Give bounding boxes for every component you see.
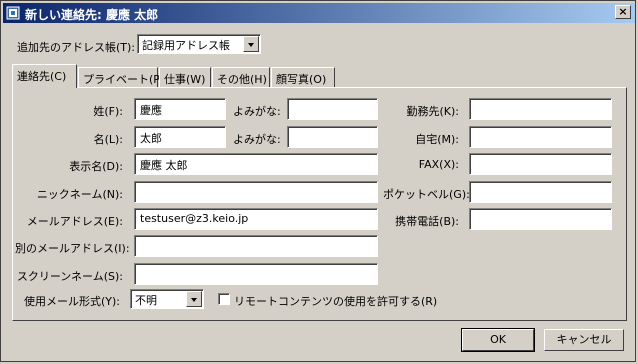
alt-email-label: 別のメールアドレス(I): [15,242,130,255]
last-name-reading-field[interactable] [287,98,378,120]
tab-panel [12,87,627,321]
window-title: 新しい連絡先: 慶應 太郎 [25,8,159,22]
dialog-window: 新しい連絡先: 慶應 太郎 × 追加先のアドレス帳(T): 記録用アドレス帳 連… [0,0,636,362]
close-button[interactable]: × [615,5,631,19]
title-bar[interactable]: 新しい連絡先: 慶應 太郎 × [3,3,635,23]
nickname-field[interactable] [134,181,378,203]
home-phone-field[interactable] [469,126,612,148]
display-name-field[interactable]: 慶應 太郎 [134,153,378,175]
screen-name-field[interactable] [134,263,378,285]
tab-private-label: プライベート(P) [83,73,165,86]
chevron-down-icon[interactable] [243,36,259,52]
tab-private[interactable]: プライベート(P) [78,67,164,87]
ok-button[interactable]: OK [461,328,535,352]
tab-other[interactable]: その他(H) [212,67,270,87]
email-field[interactable]: testuser@z3.keio.jp [134,208,378,230]
mail-format-label: 使用メール形式(Y): [24,295,121,308]
home-phone-label: 自宅(M): [415,133,459,146]
screen-name-label: スクリーンネーム(S): [16,270,123,283]
tab-photo[interactable]: 顔写真(O) [271,67,335,87]
reading-label-2: よみがな: [233,133,281,146]
cancel-button[interactable]: キャンセル [544,329,624,351]
first-name-reading-field[interactable] [287,126,378,148]
first-name-field[interactable]: 太郎 [134,126,226,148]
fax-field[interactable] [469,153,612,175]
mail-format-select[interactable]: 不明 [130,289,204,309]
email-label: メールアドレス(E): [26,215,123,228]
remote-content-label[interactable]: リモートコンテンツの使用を許可する(R) [234,293,437,309]
tab-photo-label: 顔写真(O) [276,73,327,86]
reading-label-1: よみがな: [233,105,281,118]
close-icon: × [618,5,628,18]
address-book-icon [6,6,20,20]
mail-format-value: 不明 [135,294,157,307]
display-name-label: 表示名(D): [69,160,123,173]
addressbook-label: 追加先のアドレス帳(T): [17,41,136,54]
tab-other-label: その他(H) [217,73,267,86]
alt-email-field[interactable] [134,235,378,257]
work-phone-field[interactable] [469,98,612,120]
work-phone-label: 勤務先(K): [406,105,459,118]
tab-contact-label: 連絡先(C) [17,70,67,83]
addressbook-value: 記録用アドレス帳 [142,39,230,52]
pager-field[interactable] [469,181,612,203]
pager-label: ポケットベル(G): [383,188,470,201]
tab-work[interactable]: 仕事(W) [159,67,211,87]
remote-content-checkbox[interactable] [218,293,230,305]
mobile-label: 携帯電話(B): [395,215,459,228]
tab-contact[interactable]: 連絡先(C) [12,64,77,88]
chevron-down-icon[interactable] [186,291,202,307]
tab-work-label: 仕事(W) [164,73,206,86]
addressbook-select[interactable]: 記録用アドレス帳 [137,34,261,54]
last-name-label: 姓(F): [93,105,123,118]
fax-label: FAX(X): [418,158,459,171]
mobile-field[interactable] [469,208,612,230]
last-name-field[interactable]: 慶應 [134,98,226,120]
nickname-label: ニックネーム(N): [36,188,123,201]
first-name-label: 名(L): [93,133,123,146]
